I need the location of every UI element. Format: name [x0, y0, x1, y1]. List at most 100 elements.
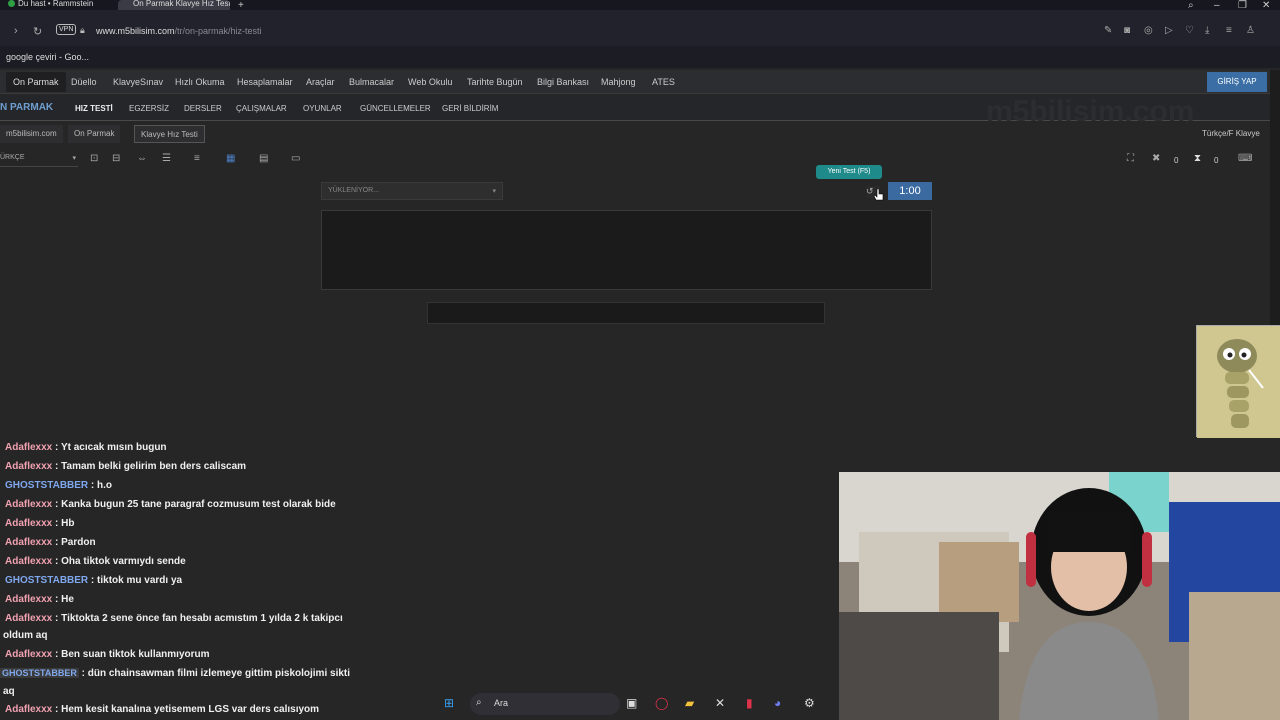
taskbar-search[interactable]: [470, 693, 620, 715]
chat-text: : Pardon: [52, 537, 96, 548]
netflix-icon[interactable]: ▮: [746, 696, 753, 710]
typing-input[interactable]: [427, 302, 825, 324]
chat-message: GHOSTSTABBER : h.o: [5, 480, 112, 491]
xbox-icon[interactable]: ✕: [715, 696, 725, 710]
chat-text: : Hb: [52, 518, 75, 529]
breadcrumb-home[interactable]: m5bilisim.com: [0, 125, 63, 143]
nav-item-bilgi-bankasi[interactable]: Bilgi Bankası: [537, 77, 589, 87]
nav-item-mahjong[interactable]: Mahjong: [601, 77, 636, 87]
browser-tab-music[interactable]: Du hast • Rammstein: [8, 0, 116, 10]
chat-text: : tiktok mu vardı ya: [88, 575, 183, 586]
chat-username: Adaflexxx: [5, 704, 53, 715]
breadcrumb-on-parmak[interactable]: On Parmak: [68, 125, 121, 143]
section-title: N PARMAK: [0, 102, 54, 113]
nav-item-web-okulu[interactable]: Web Okulu: [408, 77, 452, 87]
tab-oyunlar[interactable]: OYUNLAR: [303, 104, 342, 113]
tab-geri-bildirim[interactable]: GERİ BİLDİRİM: [442, 104, 498, 113]
nav-item-bulmacalar[interactable]: Bulmacalar: [349, 77, 394, 87]
nav-item-tarihte-bugun[interactable]: Tarihte Bugün: [467, 77, 523, 87]
text-source-select[interactable]: YÜKLENİYOR... ▾: [321, 182, 503, 200]
chat-username: Adaflexxx: [5, 556, 53, 567]
width-icon[interactable]: ⇔: [137, 153, 147, 164]
windows-start-icon[interactable]: ⊞: [444, 696, 454, 710]
tab-title: Du hast • Rammstein: [18, 0, 94, 8]
error-icon: ✖: [1152, 153, 1161, 164]
test-text-area: [321, 210, 932, 290]
time-count: 0: [1214, 156, 1219, 165]
menu-icon[interactable]: ≡: [1226, 25, 1232, 36]
chat-text: : Oha tiktok varmıydı sende: [52, 556, 186, 567]
discord-icon[interactable]: ◕: [774, 696, 781, 710]
reload-icon[interactable]: ↻: [33, 25, 42, 38]
chat-username: GHOSTSTABBER: [0, 668, 79, 678]
tab-calismalar[interactable]: ÇALIŞMALAR: [236, 104, 287, 113]
keyboard-icon[interactable]: ⌨: [1238, 153, 1252, 164]
lines-icon[interactable]: ☰: [162, 153, 171, 164]
tab-dersler[interactable]: DERSLER: [184, 104, 222, 113]
file-explorer-icon[interactable]: ▰: [685, 696, 694, 710]
camera-icon[interactable]: ◙: [1124, 25, 1130, 36]
caterpillar-image: [1197, 326, 1280, 438]
chat-message: GHOSTSTABBER : dün chainsawman filmi izl…: [0, 668, 350, 679]
chat-text: : Yt acıcak mısın bugun: [52, 442, 167, 453]
bookmark-google-translate[interactable]: google çeviri - Goo...: [6, 52, 89, 62]
tab-title: On Parmak Klavye Hız Testi: [133, 0, 230, 8]
login-button[interactable]: GİRİŞ YAP: [1207, 72, 1267, 92]
align-icon[interactable]: ≡: [194, 153, 200, 164]
edit-icon[interactable]: ✎: [1104, 25, 1112, 36]
lock-icon[interactable]: 🔒︎: [80, 25, 85, 36]
chat-message: Adaflexxx : Ben suan tiktok kullanmıyoru…: [5, 649, 210, 660]
chat-username: Adaflexxx: [5, 649, 53, 660]
heart-icon[interactable]: ♡: [1185, 25, 1194, 36]
url-field[interactable]: www.m5bilisim.com/tr/on-parmak/hiz-testi: [96, 26, 262, 36]
nav-item-hesaplamalar[interactable]: Hesaplamalar: [237, 77, 293, 87]
task-view-icon[interactable]: ▣: [626, 696, 637, 710]
url-host: www.m5bilisim.com: [96, 26, 175, 36]
nav-item-hizli-okuma[interactable]: Hızlı Okuma: [175, 77, 225, 87]
chat-username: GHOSTSTABBER: [5, 480, 89, 491]
opera-icon[interactable]: ◯: [655, 696, 668, 710]
nav-item-araclar[interactable]: Araçlar: [306, 77, 335, 87]
tab-guncellemeler[interactable]: GÜNCELLEMELER: [360, 104, 431, 113]
extension-icon[interactable]: ◎: [1144, 25, 1153, 36]
forward-icon[interactable]: ›: [14, 25, 18, 37]
language-select[interactable]: ÜRKÇE ▾: [0, 154, 78, 167]
hourglass-icon: ⧗: [1194, 153, 1202, 164]
breadcrumb-current: Klavye Hız Testi: [134, 125, 205, 143]
monitor-icon[interactable]: ▭: [291, 153, 300, 164]
scrollbar[interactable]: [1270, 70, 1280, 330]
browser-tab-active[interactable]: On Parmak Klavye Hız Testi: [118, 0, 230, 10]
chat-continuation: oldum aq: [3, 630, 48, 641]
chat-username: Adaflexxx: [5, 537, 53, 548]
chat-text: : Hem kesit kanalına yetisemem LGS var d…: [52, 704, 320, 715]
language-value: ÜRKÇE: [0, 154, 25, 161]
nav-item-ates[interactable]: ATES: [652, 77, 675, 87]
download-icon[interactable]: ⤓: [1205, 25, 1209, 36]
layout-icon[interactable]: ⊡: [90, 153, 98, 164]
chat-message: Adaflexxx : Oha tiktok varmıydı sende: [5, 556, 186, 567]
keyboard-layout[interactable]: Türkçe/F Klavye: [1202, 129, 1260, 138]
split-view-icon[interactable]: ⊟: [112, 153, 120, 164]
caterpillar-sticker: [1196, 325, 1280, 438]
select-value: YÜKLENİYOR...: [328, 187, 379, 194]
tab-hiz-testi[interactable]: HIZ TESTİ: [75, 104, 113, 113]
nav-item-on-parmak[interactable]: On Parmak: [6, 72, 66, 92]
site-watermark: m5bilisim.com: [986, 95, 1195, 128]
vpn-badge[interactable]: VPN: [56, 24, 77, 35]
url-path: /tr/on-parmak/hiz-testi: [174, 26, 262, 36]
chat-text: : Ben suan tiktok kullanmıyorum: [52, 649, 210, 660]
tab-egzersiz[interactable]: EGZERSİZ: [129, 104, 169, 113]
settings-icon[interactable]: ⚙: [804, 696, 815, 710]
list-icon[interactable]: ▤: [259, 153, 268, 164]
hand-cursor-icon: [874, 189, 884, 201]
grid-icon[interactable]: ▦: [226, 153, 235, 164]
nav-item-duello[interactable]: Düello: [71, 77, 97, 87]
fullscreen-icon[interactable]: ⛶: [1127, 153, 1134, 164]
play-icon[interactable]: ▷: [1165, 25, 1173, 36]
chevron-down-icon: ▾: [492, 188, 496, 195]
nav-item-klavyesinav[interactable]: KlavyeSınav: [113, 77, 163, 87]
bookmarks-bar: [0, 46, 1280, 68]
chat-text: : He: [52, 594, 74, 605]
chat-username: GHOSTSTABBER: [5, 575, 89, 586]
profile-icon[interactable]: ♙: [1246, 25, 1255, 36]
